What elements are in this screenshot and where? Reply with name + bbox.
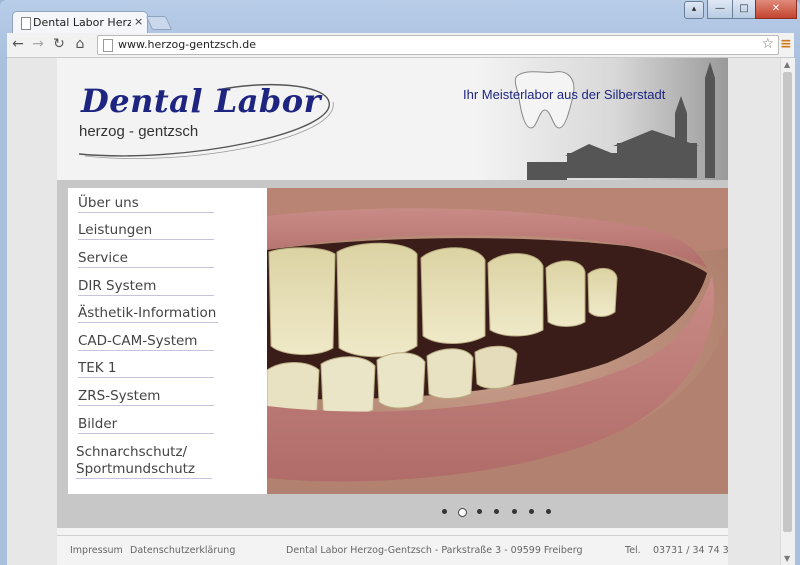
nav-item-leistungen[interactable]: Leistungen bbox=[78, 221, 214, 240]
scrollbar-thumb[interactable] bbox=[783, 72, 792, 532]
nav-item-tek1[interactable]: TEK 1 bbox=[78, 359, 214, 378]
slider-dot-3[interactable] bbox=[477, 509, 482, 514]
slider-dot-2[interactable] bbox=[458, 508, 467, 517]
menu-icon[interactable]: ≡ bbox=[780, 36, 792, 52]
footer-tel-value: 03731 / 34 74 3 bbox=[653, 545, 729, 556]
footer-tel-label: Tel. bbox=[625, 545, 641, 556]
site-page: Dental Labor herzog - gentzsch Ihr Meist… bbox=[57, 58, 729, 565]
content-area: Über uns Leistungen Service DIR System Ä… bbox=[57, 188, 728, 528]
slider-dot-5[interactable] bbox=[512, 509, 517, 514]
impressum-link[interactable]: Impressum bbox=[70, 545, 123, 556]
slider-dot-7[interactable] bbox=[546, 509, 551, 514]
header-divider bbox=[57, 180, 728, 188]
scrollbar[interactable]: ▲ ▼ bbox=[780, 58, 795, 565]
nav-item-schnarchschutz[interactable]: Schnarchschutz/ bbox=[76, 443, 212, 461]
nav-item-dir-system[interactable]: DIR System bbox=[78, 277, 214, 296]
nav-item-ueber-uns[interactable]: Über uns bbox=[78, 194, 214, 213]
browser-toolbar: ← → ↻ ⌂ www.herzog-gentzsch.de ☆ ≡ bbox=[7, 33, 794, 58]
site-footer: Impressum Datenschutzerklärung Dental La… bbox=[57, 535, 729, 565]
nav-item-cad-cam[interactable]: CAD-CAM-System bbox=[78, 332, 214, 351]
slider-dot-6[interactable] bbox=[529, 509, 534, 514]
nav-item-aesthetik[interactable]: Ästhetik-Information bbox=[78, 304, 218, 323]
nav-item-zrs-system[interactable]: ZRS-System bbox=[78, 387, 214, 406]
tab-close-icon[interactable]: × bbox=[134, 15, 143, 28]
footer-address: Dental Labor Herzog-Gentzsch - Parkstraß… bbox=[286, 545, 583, 556]
slider-dot-1[interactable] bbox=[442, 509, 447, 514]
main-navigation: Über uns Leistungen Service DIR System Ä… bbox=[68, 188, 267, 494]
home-icon[interactable]: ⌂ bbox=[71, 35, 89, 53]
slider-image[interactable] bbox=[267, 188, 728, 494]
nav-item-service[interactable]: Service bbox=[78, 249, 214, 268]
logo-subtitle: herzog - gentzsch bbox=[79, 123, 199, 140]
page-viewport: Dental Labor herzog - gentzsch Ihr Meist… bbox=[7, 58, 780, 565]
town-skyline-image bbox=[477, 58, 728, 180]
page-icon bbox=[103, 39, 113, 52]
logo-title[interactable]: Dental Labor bbox=[81, 82, 321, 120]
bookmark-star-icon[interactable]: ☆ bbox=[761, 36, 774, 52]
scroll-down-icon[interactable]: ▼ bbox=[784, 554, 790, 563]
datenschutz-link[interactable]: Datenschutzerklärung bbox=[130, 545, 235, 556]
browser-tab[interactable]: Dental Labor Herzog × bbox=[12, 11, 148, 34]
back-icon[interactable]: ← bbox=[9, 35, 27, 53]
profile-icon[interactable]: ▴ bbox=[684, 1, 704, 19]
tab-title: Dental Labor Herzog bbox=[33, 16, 131, 29]
url-text: www.herzog-gentzsch.de bbox=[118, 38, 256, 51]
address-bar[interactable]: www.herzog-gentzsch.de ☆ bbox=[97, 35, 779, 55]
new-tab-button[interactable] bbox=[145, 16, 173, 30]
tagline: Ihr Meisterlabor aus der Silberstadt bbox=[463, 87, 666, 102]
forward-icon[interactable]: → bbox=[29, 35, 47, 53]
reload-icon[interactable]: ↻ bbox=[50, 35, 68, 53]
page-icon bbox=[21, 17, 31, 30]
slider-dot-4[interactable] bbox=[494, 509, 499, 514]
nav-item-bilder[interactable]: Bilder bbox=[78, 415, 214, 434]
nav-item-sportmundschutz[interactable]: Sportmundschutz bbox=[76, 460, 212, 479]
maximize-button[interactable]: □ bbox=[732, 0, 756, 19]
minimize-button[interactable]: — bbox=[707, 0, 733, 19]
close-button[interactable]: ✕ bbox=[755, 0, 797, 19]
scroll-up-icon[interactable]: ▲ bbox=[784, 60, 790, 69]
